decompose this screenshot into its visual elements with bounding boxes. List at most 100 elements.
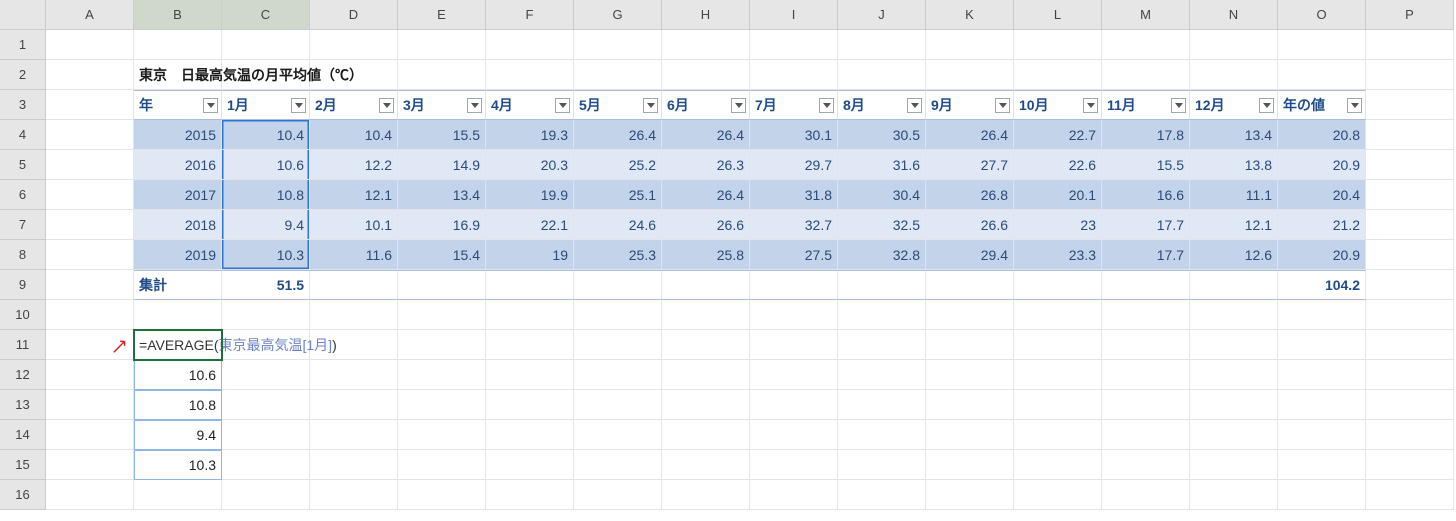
empty-cell[interactable] — [750, 360, 838, 390]
empty-cell[interactable] — [486, 450, 574, 480]
filter-dropdown-icon[interactable] — [467, 98, 482, 113]
filter-dropdown-icon[interactable] — [1259, 98, 1274, 113]
empty-cell[interactable] — [222, 390, 310, 420]
table-header-年の値[interactable]: 年の値 — [1278, 90, 1366, 120]
col-header-A[interactable]: A — [46, 0, 134, 30]
col-header-F[interactable]: F — [486, 0, 574, 30]
filter-dropdown-icon[interactable] — [1083, 98, 1098, 113]
empty-cell[interactable] — [46, 360, 134, 390]
empty-cell[interactable] — [838, 480, 926, 510]
empty-cell[interactable] — [662, 420, 750, 450]
empty-cell[interactable] — [574, 300, 662, 330]
row-header-7[interactable]: 7 — [0, 210, 46, 240]
active-cell-formula[interactable]: =AVERAGE(東京最高気温[1月]) — [134, 330, 222, 360]
empty-cell[interactable] — [926, 390, 1014, 420]
empty-cell[interactable] — [838, 60, 926, 90]
row-header-15[interactable]: 15 — [0, 450, 46, 480]
empty-cell[interactable] — [222, 480, 310, 510]
empty-cell[interactable] — [486, 330, 574, 360]
table-header-9月[interactable]: 9月 — [926, 90, 1014, 120]
empty-cell[interactable] — [1366, 180, 1454, 210]
row-header-6[interactable]: 6 — [0, 180, 46, 210]
empty-cell[interactable] — [222, 300, 310, 330]
empty-cell[interactable] — [1190, 300, 1278, 330]
empty-cell[interactable] — [1278, 330, 1366, 360]
empty-cell[interactable] — [1102, 30, 1190, 60]
empty-cell[interactable] — [1014, 360, 1102, 390]
empty-cell[interactable] — [838, 390, 926, 420]
empty-cell[interactable] — [750, 330, 838, 360]
empty-cell[interactable] — [1190, 450, 1278, 480]
empty-cell[interactable] — [1102, 420, 1190, 450]
empty-cell[interactable] — [1278, 420, 1366, 450]
empty-cell[interactable] — [46, 450, 134, 480]
empty-cell[interactable] — [750, 60, 838, 90]
filter-dropdown-icon[interactable] — [819, 98, 834, 113]
empty-cell[interactable] — [46, 120, 134, 150]
empty-cell[interactable] — [838, 450, 926, 480]
col-header-K[interactable]: K — [926, 0, 1014, 30]
table-header-11月[interactable]: 11月 — [1102, 90, 1190, 120]
empty-cell[interactable] — [486, 420, 574, 450]
row-header-4[interactable]: 4 — [0, 120, 46, 150]
empty-cell[interactable] — [486, 390, 574, 420]
empty-cell[interactable] — [838, 420, 926, 450]
empty-cell[interactable] — [1190, 480, 1278, 510]
empty-cell[interactable] — [398, 30, 486, 60]
empty-cell[interactable] — [1366, 60, 1454, 90]
empty-cell[interactable] — [1014, 450, 1102, 480]
empty-cell[interactable] — [1278, 360, 1366, 390]
row-header-14[interactable]: 14 — [0, 420, 46, 450]
empty-cell[interactable] — [46, 60, 134, 90]
filter-dropdown-icon[interactable] — [203, 98, 218, 113]
empty-cell[interactable] — [46, 330, 134, 360]
empty-cell[interactable] — [838, 300, 926, 330]
row-header-13[interactable]: 13 — [0, 390, 46, 420]
empty-cell[interactable] — [1366, 480, 1454, 510]
empty-cell[interactable] — [486, 30, 574, 60]
empty-cell[interactable] — [926, 420, 1014, 450]
table-header-5月[interactable]: 5月 — [574, 90, 662, 120]
empty-cell[interactable] — [1366, 240, 1454, 270]
empty-cell[interactable] — [222, 450, 310, 480]
empty-cell[interactable] — [46, 270, 134, 300]
empty-cell[interactable] — [1190, 30, 1278, 60]
empty-cell[interactable] — [1366, 420, 1454, 450]
empty-cell[interactable] — [1014, 390, 1102, 420]
empty-cell[interactable] — [750, 450, 838, 480]
table-header-4月[interactable]: 4月 — [486, 90, 574, 120]
empty-cell[interactable] — [1366, 450, 1454, 480]
row-header-3[interactable]: 3 — [0, 90, 46, 120]
empty-cell[interactable] — [1190, 330, 1278, 360]
empty-cell[interactable] — [662, 60, 750, 90]
empty-cell[interactable] — [1278, 30, 1366, 60]
empty-cell[interactable] — [398, 390, 486, 420]
table-header-1月[interactable]: 1月 — [222, 90, 310, 120]
col-header-I[interactable]: I — [750, 0, 838, 30]
empty-cell[interactable] — [310, 300, 398, 330]
empty-cell[interactable] — [750, 420, 838, 450]
empty-cell[interactable] — [222, 360, 310, 390]
table-header-10月[interactable]: 10月 — [1014, 90, 1102, 120]
spreadsheet-grid[interactable]: ABCDEFGHIJKLMNOP12東京 日最高気温の月平均値（℃）3年1月2月… — [0, 0, 1456, 510]
empty-cell[interactable] — [46, 390, 134, 420]
empty-cell[interactable] — [662, 30, 750, 60]
table-header-7月[interactable]: 7月 — [750, 90, 838, 120]
empty-cell[interactable] — [926, 330, 1014, 360]
select-all-corner[interactable] — [0, 0, 46, 30]
filter-dropdown-icon[interactable] — [643, 98, 658, 113]
empty-cell[interactable] — [1014, 300, 1102, 330]
empty-cell[interactable] — [926, 480, 1014, 510]
empty-cell[interactable] — [750, 390, 838, 420]
table-header-2月[interactable]: 2月 — [310, 90, 398, 120]
empty-cell[interactable] — [574, 30, 662, 60]
empty-cell[interactable] — [222, 30, 310, 60]
empty-cell[interactable] — [838, 30, 926, 60]
empty-cell[interactable] — [1366, 330, 1454, 360]
filter-dropdown-icon[interactable] — [555, 98, 570, 113]
empty-cell[interactable] — [1014, 30, 1102, 60]
empty-cell[interactable] — [1102, 300, 1190, 330]
empty-cell[interactable] — [46, 150, 134, 180]
empty-cell[interactable] — [574, 450, 662, 480]
empty-cell[interactable] — [1102, 390, 1190, 420]
